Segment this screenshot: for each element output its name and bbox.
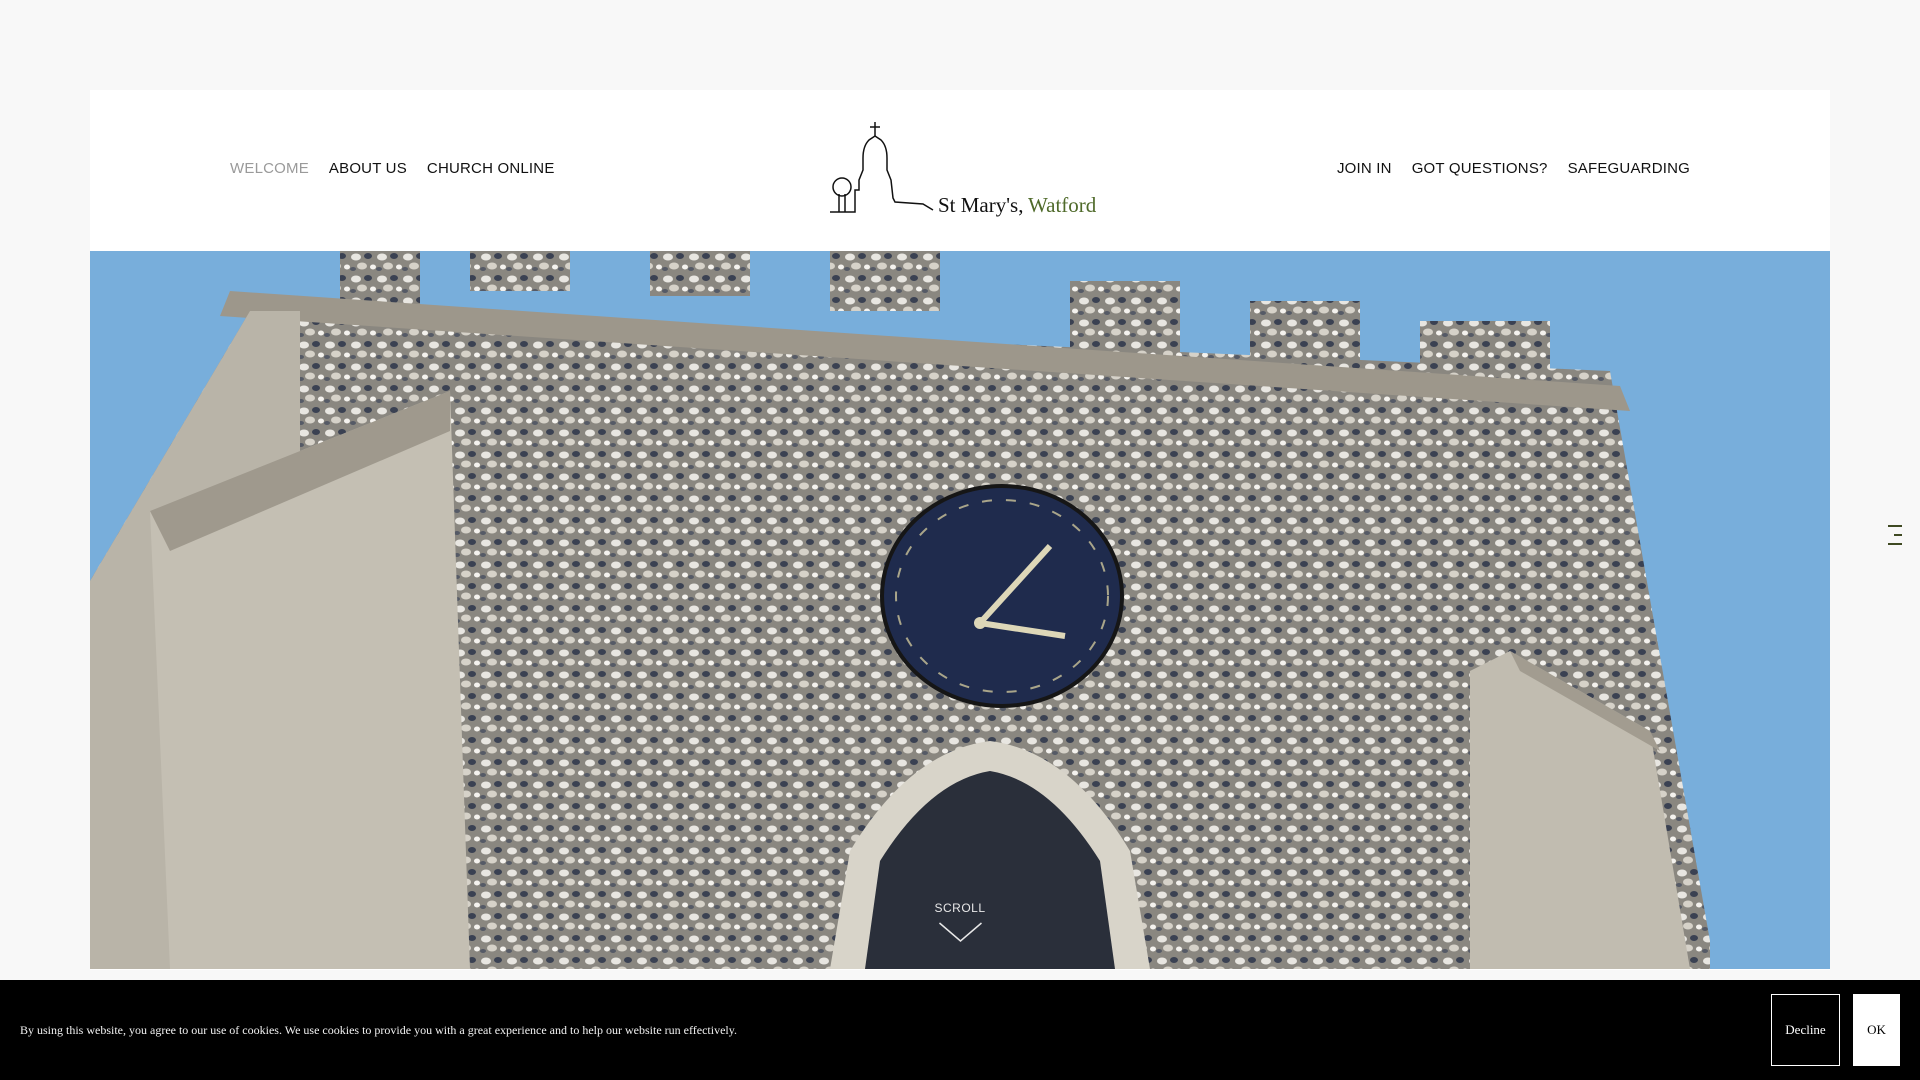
nav-safeguarding[interactable]: SAFEGUARDING — [1568, 160, 1690, 177]
logo-name: St Mary's, — [938, 193, 1023, 217]
side-menu-icon[interactable] — [1888, 525, 1902, 555]
logo-place: Watford — [1028, 193, 1097, 217]
site-header: WELCOME ABOUT US CHURCH ONLINE St Mary's… — [90, 90, 1830, 251]
cookie-message: By using this website, you agree to our … — [20, 1023, 737, 1037]
primary-nav-left: WELCOME ABOUT US CHURCH ONLINE — [230, 160, 555, 177]
decline-button[interactable]: Decline — [1771, 994, 1840, 1066]
scroll-indicator[interactable]: SCROLL — [934, 901, 985, 943]
chevron-down-icon — [938, 922, 982, 942]
primary-nav-right: JOIN IN GOT QUESTIONS? SAFEGUARDING — [1337, 160, 1690, 177]
nav-join-in[interactable]: JOIN IN — [1337, 160, 1392, 177]
church-tower-illustration — [90, 251, 1830, 969]
site-logo[interactable]: St Mary's, Watford — [815, 120, 1115, 220]
nav-got-questions[interactable]: GOT QUESTIONS? — [1412, 160, 1548, 177]
ok-button[interactable]: OK — [1853, 994, 1900, 1066]
church-logo-icon: St Mary's, Watford — [830, 122, 1097, 217]
scroll-label: SCROLL — [934, 901, 986, 915]
cookie-banner: By using this website, you agree to our … — [0, 980, 1920, 1080]
nav-about-us[interactable]: ABOUT US — [329, 160, 407, 177]
hero-image: SCROLL — [90, 251, 1830, 969]
nav-welcome[interactable]: WELCOME — [230, 160, 309, 177]
page-frame: WELCOME ABOUT US CHURCH ONLINE St Mary's… — [90, 90, 1830, 970]
nav-church-online[interactable]: CHURCH ONLINE — [427, 160, 555, 177]
